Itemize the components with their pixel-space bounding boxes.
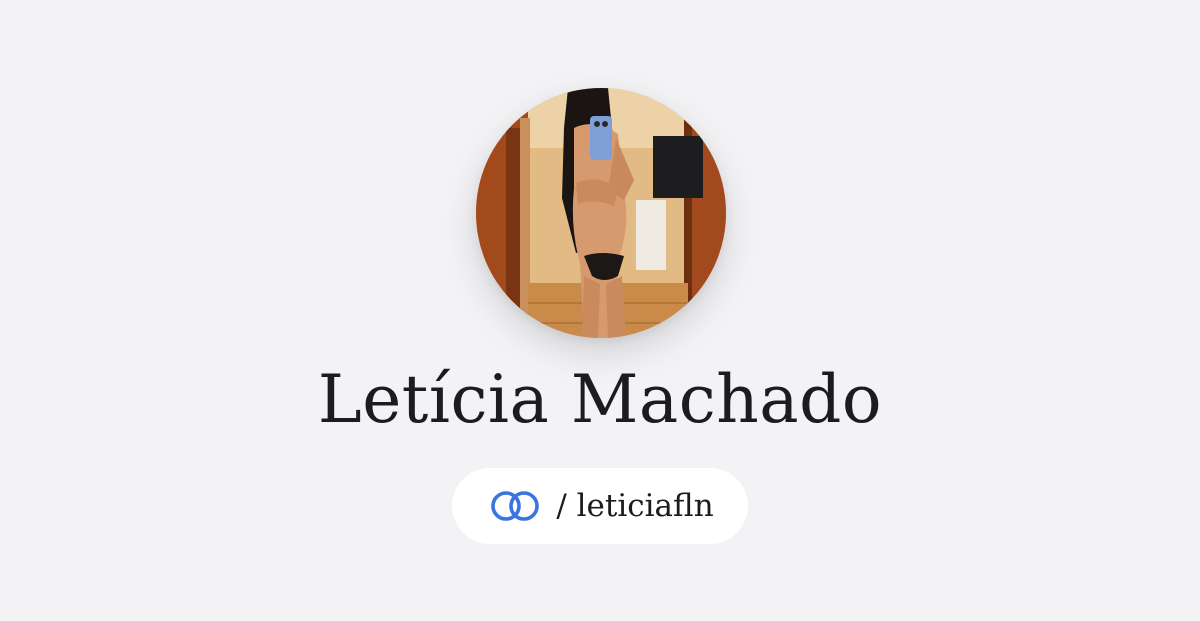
profile-handle: / leticiafln bbox=[556, 488, 714, 524]
avatar[interactable] bbox=[476, 88, 726, 338]
share-card: Letícia Machado / leticiafln bbox=[0, 0, 1200, 630]
linked-rings-icon bbox=[491, 491, 540, 521]
accent-bar bbox=[0, 621, 1200, 630]
profile-name: Letícia Machado bbox=[317, 361, 883, 438]
profile-handle-link[interactable]: / leticiafln bbox=[452, 468, 748, 544]
avatar-photo bbox=[476, 88, 726, 338]
